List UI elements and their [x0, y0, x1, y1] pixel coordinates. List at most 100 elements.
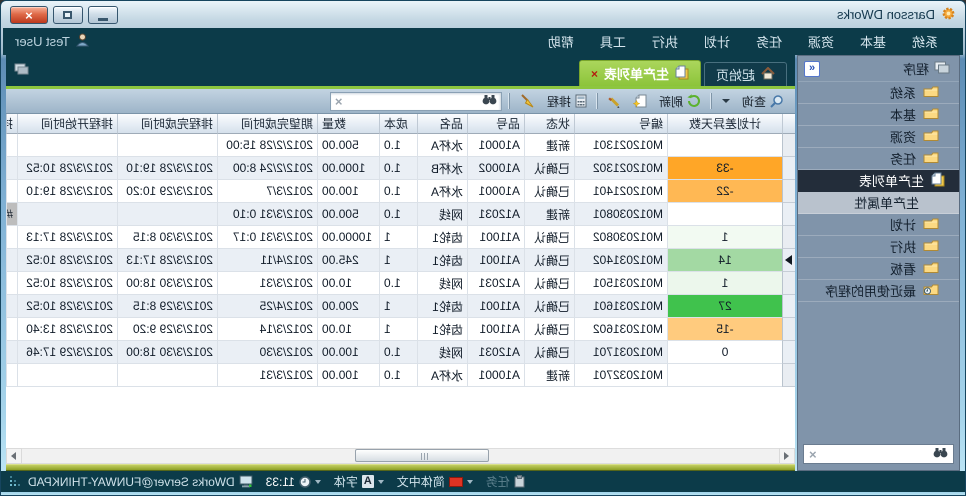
refresh-button[interactable]: 刷新: [654, 91, 706, 112]
binoculars-icon[interactable]: [482, 92, 497, 110]
table-row-M012021301[interactable]: M012021301新建A10001水杯A1.0500.002012/2/28 …: [6, 134, 795, 157]
column-header-status[interactable]: 状态: [524, 114, 574, 134]
row-selector[interactable]: [782, 341, 795, 364]
tab-close-icon[interactable]: ×: [591, 68, 598, 80]
sidebar-item-生产单属性[interactable]: 生产单属性: [798, 192, 959, 214]
scrollbar-thumb[interactable]: [355, 449, 489, 462]
status-font[interactable]: A 字体: [334, 473, 384, 490]
cell-item_no: A10001: [467, 134, 524, 157]
search-icon: [770, 94, 784, 108]
clear-icon[interactable]: ×: [809, 448, 817, 461]
column-header-end[interactable]: 排程完成时间: [117, 114, 217, 134]
scrollbar-track[interactable]: [22, 448, 779, 464]
tab-生产单列表[interactable]: 生产单列表×: [579, 60, 701, 86]
cell-no: M012031602: [574, 318, 667, 341]
sidebar-item-label: 资源: [890, 127, 916, 146]
sidebar-item-基本[interactable]: 基本: [798, 104, 959, 126]
resize-grip[interactable]: [9, 476, 20, 487]
menu-item-3[interactable]: 资源: [795, 28, 847, 55]
row-selector[interactable]: [782, 226, 795, 249]
row-selector[interactable]: [782, 203, 795, 226]
menu-item-5[interactable]: 计划: [691, 28, 743, 55]
table-row-M012031701[interactable]: 0M012031701已确认A12031网线1.0100.002012/3/30…: [6, 341, 795, 364]
minimize-button[interactable]: [88, 6, 118, 24]
status-language[interactable]: 简体中文: [397, 473, 473, 490]
cell-due: 2012/2/24 8:00: [217, 157, 317, 180]
menu-item-7[interactable]: 工具: [587, 28, 639, 55]
row-selector[interactable]: [782, 272, 795, 295]
menu-item-1[interactable]: 系统: [899, 28, 951, 55]
column-header-qty[interactable]: 数量: [317, 114, 379, 134]
cell-extra: [6, 157, 17, 180]
sidebar-item-执行[interactable]: 执行: [798, 236, 959, 258]
table-row-M012031501[interactable]: 1M012031501已确认A12031网线1.010.002012/3/312…: [6, 272, 795, 295]
user-icon: [76, 33, 89, 50]
menu-item-6[interactable]: 执行: [639, 28, 691, 55]
table-row-M012030802[interactable]: 1M012030802已确认A11001齿轮1110000.002012/3/3…: [6, 226, 795, 249]
close-button[interactable]: ×: [10, 6, 48, 24]
tabs: 起始页生产单列表×: [37, 60, 787, 86]
column-header-cost[interactable]: 成本: [379, 114, 417, 134]
table-row-M012021302[interactable]: -33M012021302已确认A10002水杯B1.01000.002012/…: [6, 157, 795, 180]
row-selector[interactable]: [782, 180, 795, 203]
window-title: Darsson DWorks: [837, 7, 935, 22]
table-row-M012031601[interactable]: 27M012031601已确认A11001齿轮11200.002012/4/25…: [6, 295, 795, 318]
scroll-left-button[interactable]: [779, 448, 795, 464]
toolbar-search-input[interactable]: [347, 93, 478, 109]
row-selector[interactable]: [782, 364, 795, 387]
maximize-button[interactable]: [53, 6, 83, 24]
tab-起始页[interactable]: 起始页: [704, 62, 787, 86]
column-header-due[interactable]: 期望完成时间: [217, 114, 317, 134]
row-selector[interactable]: [782, 295, 795, 318]
body-row: 程序 « 系统基本资源任务生产单列表生产单属性计划执行看板最近使用的程序 × 起…: [6, 55, 960, 471]
menu-item-2[interactable]: 基本: [847, 28, 899, 55]
binoculars-icon[interactable]: [933, 445, 948, 463]
sidebar-item-看板[interactable]: 看板: [798, 258, 959, 280]
table-row-M012031402[interactable]: 14M012031402已确认A11001齿轮11245.002012/4/11…: [6, 249, 795, 272]
folder-icon: [923, 85, 939, 100]
column-header-extra[interactable]: 排程资源: [6, 114, 17, 134]
table-row-M012030801[interactable]: M012030801新建A12031网线1.0500.002012/3/31 0…: [6, 203, 795, 226]
status-time[interactable]: 11:33: [266, 475, 321, 489]
column-header-start[interactable]: 排程开始时间: [17, 114, 117, 134]
scroll-right-button[interactable]: [6, 448, 22, 464]
sidebar-item-资源[interactable]: 资源: [798, 126, 959, 148]
sidebar-item-计划[interactable]: 计划: [798, 214, 959, 236]
cell-due: 2012/3/30: [217, 341, 317, 364]
clean-button[interactable]: [515, 92, 540, 110]
sidebar-item-系统[interactable]: 系统: [798, 82, 959, 104]
document-icon: [675, 65, 689, 83]
column-header-no[interactable]: 编号: [574, 114, 667, 134]
cell-due: 2012/3/7: [217, 180, 317, 203]
horizontal-scrollbar: [6, 448, 795, 464]
cell-end: 2012/3/30 18:00: [117, 341, 217, 364]
sidebar-item-任务[interactable]: 任务: [798, 148, 959, 170]
sidebar-item-生产单列表[interactable]: 生产单列表: [798, 170, 959, 192]
clear-icon[interactable]: ×: [335, 95, 343, 108]
schedule-button[interactable]: 排程: [542, 91, 592, 112]
query-dropdown[interactable]: [717, 97, 735, 105]
sidebar-collapse-button[interactable]: «: [804, 61, 820, 77]
table-row-M012031602[interactable]: -15M012031602已确认A11001齿轮1110.002012/3/14…: [6, 318, 795, 341]
new-button[interactable]: [628, 92, 652, 110]
sidebar-search-input[interactable]: [822, 446, 928, 462]
table-row-M012032701[interactable]: M012032701新建A10001水杯A1.0100.002012/3/31: [6, 364, 795, 387]
row-selector[interactable]: [782, 249, 795, 272]
column-header-item_no[interactable]: 品号: [467, 114, 524, 134]
menu-item-8[interactable]: 帮助: [535, 28, 587, 55]
status-tasks[interactable]: 任务: [486, 473, 525, 490]
menu-item-4[interactable]: 任务: [743, 28, 795, 55]
edit-button[interactable]: [603, 93, 626, 110]
cell-due: 2012/3/31: [217, 364, 317, 387]
column-header-diff[interactable]: 计划差异天数: [667, 114, 782, 134]
row-selector[interactable]: [782, 134, 795, 157]
current-row-arrow-icon: [786, 255, 793, 265]
cell-extra: [6, 249, 17, 272]
query-button[interactable]: 查询: [737, 91, 789, 112]
row-selector[interactable]: [782, 157, 795, 180]
column-header-item_name[interactable]: 品名: [417, 114, 467, 134]
table-row-M012021401[interactable]: -22M012021401已确认A10001水杯A1.0100.002012/3…: [6, 180, 795, 203]
row-selector[interactable]: [782, 318, 795, 341]
tab-windows-icon[interactable]: [14, 62, 29, 80]
sidebar-item-最近使用的程序[interactable]: 最近使用的程序: [798, 280, 959, 302]
